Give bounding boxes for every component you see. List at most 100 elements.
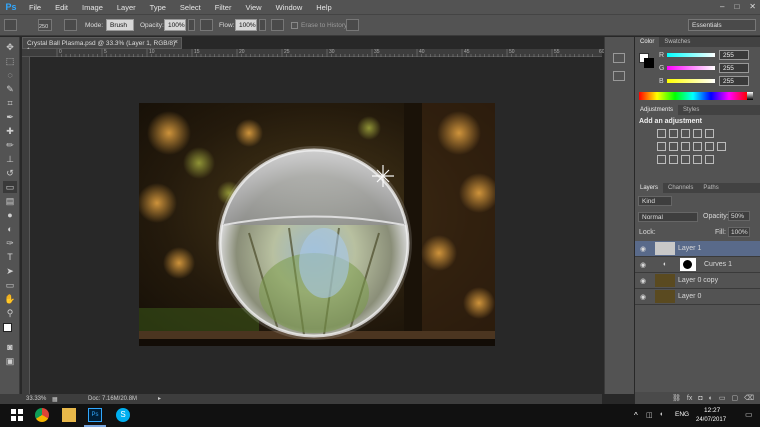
marquee-tool-icon[interactable]: ⬚ — [3, 55, 17, 67]
close-button[interactable]: ✕ — [749, 2, 756, 11]
visibility-eye-icon[interactable]: ◉ — [640, 245, 646, 253]
pressure-size-icon[interactable] — [346, 19, 359, 31]
menu-layer[interactable]: Layer — [110, 3, 143, 12]
eyedropper-tool-icon[interactable]: ✒ — [3, 111, 17, 123]
layer-row[interactable]: ◉ Layer 0 — [635, 289, 760, 305]
exposure-icon[interactable] — [693, 129, 702, 138]
zoom-tool-icon[interactable]: ⚲ — [3, 307, 17, 319]
quick-select-tool-icon[interactable]: ✎ — [3, 83, 17, 95]
threshold-icon[interactable] — [681, 155, 690, 164]
close-document-icon[interactable]: × — [174, 39, 178, 46]
move-tool-icon[interactable]: ✥ — [3, 41, 17, 53]
green-slider[interactable] — [667, 66, 715, 70]
flow-dropdown-icon[interactable] — [259, 19, 266, 31]
network-icon[interactable]: ◫ — [646, 411, 653, 419]
posterize-icon[interactable] — [669, 155, 678, 164]
language-indicator[interactable]: ENG — [675, 411, 689, 418]
color-swatches-icon[interactable] — [3, 323, 17, 337]
brush-tool-icon[interactable]: ✏ — [3, 139, 17, 151]
screen-mode-icon[interactable]: ▣ — [3, 355, 17, 367]
background-color-swatch[interactable] — [644, 58, 654, 68]
minimize-button[interactable]: – — [720, 2, 724, 11]
quick-mask-icon[interactable]: ◙ — [3, 341, 17, 353]
visibility-eye-icon[interactable]: ◉ — [640, 277, 646, 285]
type-tool-icon[interactable]: T — [3, 251, 17, 263]
link-layers-icon[interactable]: ⛓ — [672, 394, 681, 402]
horizontal-ruler[interactable]: 0 5 10 15 20 25 30 35 40 45 50 55 60 — [22, 49, 605, 57]
menu-file[interactable]: File — [22, 3, 48, 12]
crop-tool-icon[interactable]: ⌗ — [3, 97, 17, 109]
channel-mixer-icon[interactable] — [705, 142, 714, 151]
curves-icon[interactable] — [681, 129, 690, 138]
vibrance-icon[interactable] — [705, 129, 714, 138]
menu-select[interactable]: Select — [173, 3, 208, 12]
menu-window[interactable]: Window — [269, 3, 310, 12]
status-menu-arrow-icon[interactable]: ▸ — [158, 395, 161, 402]
blue-slider[interactable] — [667, 79, 715, 83]
tab-paths[interactable]: Paths — [698, 185, 723, 191]
blend-mode-select[interactable]: Normal — [638, 212, 698, 222]
maximize-button[interactable]: □ — [734, 2, 739, 11]
layer-name[interactable]: Layer 0 — [678, 293, 701, 300]
volume-icon[interactable]: ◖ — [659, 411, 663, 418]
menu-type[interactable]: Type — [143, 3, 173, 12]
tab-layers[interactable]: Layers — [635, 183, 664, 193]
clone-stamp-tool-icon[interactable]: ⊥ — [3, 153, 17, 165]
history-brush-tool-icon[interactable]: ↺ — [3, 167, 17, 179]
gradient-map-icon[interactable] — [693, 155, 702, 164]
photo-filter-icon[interactable] — [693, 142, 702, 151]
properties-panel-icon[interactable] — [613, 71, 625, 81]
fx-icon[interactable]: fx — [687, 395, 692, 402]
document-tab[interactable]: Crystal Ball Plasma.psd @ 33.3% (Layer 1… — [22, 37, 182, 54]
color-lookup-icon[interactable] — [717, 142, 726, 151]
layer-filter-select[interactable]: Kind — [638, 196, 672, 206]
new-group-icon[interactable]: ▭ — [719, 394, 726, 402]
opacity-dropdown-icon[interactable] — [188, 19, 195, 31]
new-adjustment-icon[interactable]: ◐ — [709, 395, 713, 402]
menu-view[interactable]: View — [238, 3, 268, 12]
green-value-field[interactable]: 255 — [719, 63, 749, 73]
pressure-opacity-icon[interactable] — [200, 19, 213, 31]
workspace-switcher[interactable]: Essentials — [688, 19, 756, 31]
layer-opacity-field[interactable]: 50% — [728, 211, 750, 221]
history-panel-icon[interactable] — [613, 53, 625, 63]
grayscale-ramp[interactable] — [747, 92, 753, 100]
eraser-tool-icon[interactable] — [4, 19, 17, 31]
levels-icon[interactable] — [669, 129, 678, 138]
menu-help[interactable]: Help — [309, 3, 338, 12]
tab-swatches[interactable]: Swatches — [659, 39, 695, 45]
brush-preset-picker[interactable]: 250 — [38, 19, 52, 31]
hand-tool-icon[interactable]: ✋ — [3, 293, 17, 305]
erase-history-checkbox[interactable] — [291, 22, 298, 29]
layer-row[interactable]: ◉ Layer 0 copy — [635, 273, 760, 289]
pen-tool-icon[interactable]: ✑ — [3, 237, 17, 249]
path-select-tool-icon[interactable]: ➤ — [3, 265, 17, 277]
chrome-icon[interactable] — [35, 408, 49, 422]
tab-color[interactable]: Color — [635, 37, 660, 47]
airbrush-icon[interactable] — [271, 19, 284, 31]
lasso-tool-icon[interactable]: ◌ — [3, 69, 17, 81]
notifications-icon[interactable]: ▭ — [745, 410, 753, 419]
add-mask-icon[interactable]: ◘ — [698, 395, 702, 402]
fill-field[interactable]: 100% — [728, 227, 750, 237]
layer-name[interactable]: Curves 1 — [704, 261, 732, 268]
zoom-level[interactable]: 33.33% — [26, 396, 46, 402]
tab-channels[interactable]: Channels — [663, 185, 698, 191]
menu-edit[interactable]: Edit — [48, 3, 75, 12]
vertical-ruler[interactable] — [22, 57, 30, 394]
trash-icon[interactable]: ⌫ — [744, 394, 754, 402]
gradient-tool-icon[interactable]: ▤ — [3, 195, 17, 207]
layer-row[interactable]: ◉ Layer 1 — [635, 241, 760, 257]
healing-brush-tool-icon[interactable]: ✚ — [3, 125, 17, 137]
red-slider[interactable] — [667, 53, 715, 57]
blur-tool-icon[interactable]: ● — [3, 209, 17, 221]
hue-saturation-icon[interactable] — [657, 142, 666, 151]
invert-icon[interactable] — [657, 155, 666, 164]
eraser-tool-icon[interactable]: ▭ — [3, 181, 17, 193]
selective-color-icon[interactable] — [705, 155, 714, 164]
menu-filter[interactable]: Filter — [208, 3, 239, 12]
clock-time[interactable]: 12:27 — [704, 407, 720, 414]
color-spectrum-ramp[interactable] — [639, 92, 747, 100]
dodge-tool-icon[interactable]: ◐ — [3, 223, 17, 235]
tab-adjustments[interactable]: Adjustments — [635, 105, 679, 115]
